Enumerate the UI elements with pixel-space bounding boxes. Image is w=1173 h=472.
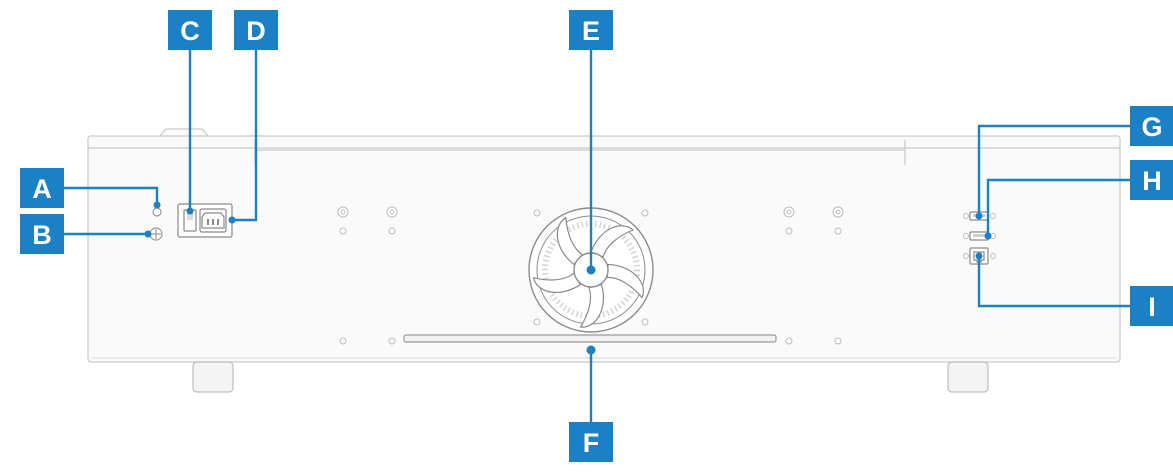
screw-icon bbox=[388, 227, 396, 235]
screw-icon bbox=[533, 318, 541, 326]
callout-g-label: G bbox=[1141, 112, 1162, 142]
callout-e: E bbox=[569, 10, 613, 50]
power-module bbox=[177, 203, 233, 238]
screw-icon bbox=[990, 253, 996, 259]
callout-b: B bbox=[20, 214, 64, 254]
callout-c-label: C bbox=[180, 16, 200, 46]
screw-icon bbox=[834, 337, 842, 345]
lid-handle bbox=[159, 128, 209, 137]
callout-b-label: B bbox=[32, 220, 52, 250]
screw-icon bbox=[963, 213, 969, 219]
power-socket-icon bbox=[199, 208, 227, 233]
callout-g: G bbox=[1130, 106, 1173, 146]
screw-icon bbox=[832, 206, 844, 218]
callout-f: F bbox=[569, 422, 613, 462]
screw-icon bbox=[339, 337, 347, 345]
reset-hole bbox=[152, 207, 162, 217]
screw-icon bbox=[533, 209, 541, 217]
callout-d: D bbox=[234, 10, 278, 50]
screw-icon bbox=[963, 233, 969, 239]
device-rear-panel-diagram: A B C D E F G H I bbox=[0, 0, 1173, 467]
vent-slot bbox=[403, 334, 777, 343]
callout-h: H bbox=[1130, 160, 1173, 200]
screw-icon bbox=[834, 227, 842, 235]
screw-icon bbox=[783, 206, 795, 218]
callout-d-label: D bbox=[246, 16, 266, 46]
callout-c: C bbox=[168, 10, 212, 50]
callout-h-label: H bbox=[1142, 166, 1162, 196]
callout-i: I bbox=[1130, 286, 1173, 326]
ground-terminal-icon bbox=[149, 227, 163, 241]
screw-icon bbox=[641, 209, 649, 217]
callout-a: A bbox=[20, 168, 64, 208]
screw-icon bbox=[386, 206, 398, 218]
screw-icon bbox=[339, 227, 347, 235]
screw-icon bbox=[990, 213, 996, 219]
foot-icon bbox=[192, 361, 234, 393]
foot-icon bbox=[947, 361, 989, 393]
screw-icon bbox=[963, 253, 969, 259]
callout-a-label: A bbox=[32, 174, 52, 204]
screw-icon bbox=[785, 337, 793, 345]
screw-icon bbox=[337, 206, 349, 218]
callout-f-label: F bbox=[583, 428, 600, 458]
screw-icon bbox=[641, 318, 649, 326]
screw-icon bbox=[388, 337, 396, 345]
callout-e-label: E bbox=[582, 16, 600, 46]
callout-i-label: I bbox=[1148, 292, 1156, 322]
screw-icon bbox=[785, 227, 793, 235]
